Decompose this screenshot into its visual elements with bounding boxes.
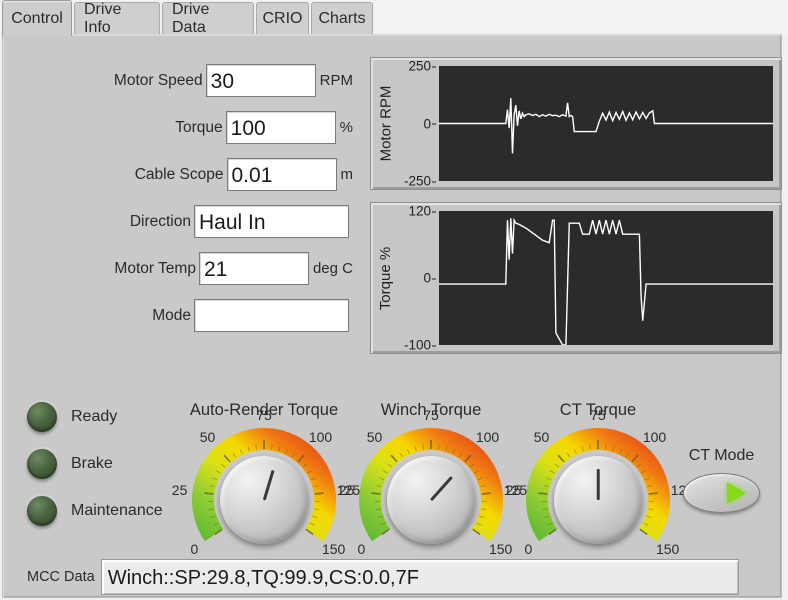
field-row-direction: Direction Haul In (3, 198, 353, 245)
mcc-data-readout: MCC Data Winch::SP:29.8,TQ:99.9,CS:0.0,7… (27, 559, 739, 595)
gauge-scale-label: 25 (338, 482, 355, 499)
tab-bar: Control Drive Info Drive Data CRIO Chart… (0, 0, 788, 36)
gauge-ct-torque-knob[interactable] (554, 456, 642, 544)
tab-label: Drive Data (172, 1, 210, 36)
ytick: 250 (408, 58, 436, 74)
gauge-scale-label: 150 (321, 540, 346, 557)
chart-torque-percent: Torque % 120 0 -100 (370, 202, 782, 354)
ytick: 120 (408, 203, 436, 219)
cable-scope-unit: m (340, 166, 354, 183)
field-row-motor-temp: Motor Temp 21 deg C (3, 245, 353, 292)
tab-drive-info[interactable]: Drive Info (74, 1, 160, 36)
motor-temp-label: Motor Temp (114, 259, 196, 277)
ytick: 0 (423, 270, 436, 286)
status-row-brake: Brake (27, 440, 163, 487)
ready-label: Ready (71, 407, 118, 425)
gauge-scale-label: 25 (171, 482, 188, 499)
motor-temp-unit: deg C (312, 260, 353, 277)
control-panel: Motor Speed 30 RPM Torque 100 % Cable Sc… (2, 34, 782, 598)
ct-mode-button[interactable] (683, 473, 760, 513)
direction-label: Direction (129, 212, 191, 230)
tab-crio[interactable]: CRIO (256, 2, 309, 35)
motor-speed-unit: RPM (319, 72, 353, 89)
mode-label: Mode (152, 306, 191, 324)
tab-label: CRIO (262, 10, 303, 27)
gauge-auto-render-torque[interactable]: Auto-Render Torque 0 25 50 75 100 125 150 (172, 401, 360, 575)
play-triangle-icon (727, 482, 746, 504)
motor-temp-input[interactable]: 21 (198, 252, 309, 285)
field-row-torque: Torque 100 % (3, 104, 353, 151)
tab-control[interactable]: Control (2, 0, 72, 36)
gauge-scale-label: 100 (642, 428, 667, 445)
gauge-winch-torque-knob[interactable] (387, 456, 475, 544)
mode-input[interactable] (194, 299, 349, 332)
torque-input[interactable]: 100 (225, 111, 336, 144)
field-row-motor-speed: Motor Speed 30 RPM (3, 57, 353, 104)
tab-label: Control (11, 9, 63, 27)
ytick: -100 (403, 337, 437, 353)
gauge-ct-torque-needle (596, 469, 600, 500)
cable-scope-label: Cable Scope (134, 165, 224, 183)
gauge-ct-torque[interactable]: CT Torque 0255075100125150 (506, 401, 694, 575)
chart-motor-rpm: Motor RPM 250 0 -250 (370, 57, 782, 190)
gauge-scale-label: 0 (524, 540, 533, 557)
gauge-scale-label: 50 (199, 428, 216, 445)
ct-mode-control: CT Mode (683, 447, 760, 513)
status-indicator-group: Ready Brake Maintenance (27, 393, 163, 534)
ready-led-icon[interactable] (27, 401, 57, 432)
field-row-mode: Mode (3, 292, 353, 339)
maintenance-label: Maintenance (71, 501, 163, 519)
gauge-winch-torque[interactable]: Winch Torque 0 25 50 75 100 125 150 (339, 401, 527, 575)
mcc-data-label: MCC Data (27, 569, 95, 585)
gauge-scale-label: 25 (505, 482, 522, 499)
gauge-scale-label: 50 (533, 428, 550, 445)
gauge-scale-label: 150 (655, 540, 680, 557)
gauge-scale-label: 75 (423, 407, 439, 423)
chart-torque-yaxis: 120 0 -100 (393, 204, 437, 353)
tab-drive-data[interactable]: Drive Data (162, 1, 254, 36)
gauge-scale-label: 75 (590, 407, 606, 423)
brake-led-icon[interactable] (27, 448, 57, 479)
torque-label: Torque (175, 118, 223, 136)
chart-motor-rpm-plot[interactable] (439, 66, 773, 181)
gauge-scale-label: 0 (357, 540, 366, 557)
tab-charts[interactable]: Charts (311, 2, 373, 35)
status-row-maintenance: Maintenance (27, 487, 163, 534)
ct-mode-label: CT Mode (688, 447, 755, 464)
gauge-winch-torque-needle (430, 476, 453, 501)
tab-label: Drive Info (84, 1, 122, 36)
maintenance-led-icon[interactable] (27, 495, 57, 526)
motor-speed-input[interactable]: 30 (205, 64, 316, 97)
gauge-scale-label: 50 (366, 428, 383, 445)
brake-label: Brake (71, 454, 113, 472)
gauge-scale-label: 75 (256, 407, 272, 423)
ytick: 0 (423, 116, 436, 131)
mcc-data-value[interactable]: Winch::SP:29.8,TQ:99.9,CS:0.0,7F (100, 559, 739, 595)
gauge-auto-render-torque-needle (262, 469, 275, 501)
tab-label: Charts (318, 10, 366, 27)
torque-unit: % (339, 119, 353, 136)
gauge-scale-label: 100 (308, 428, 333, 445)
gauge-scale-label: 100 (475, 428, 500, 445)
gauge-scale-label: 0 (190, 540, 199, 557)
gauge-scale-label: 150 (488, 540, 513, 557)
direction-input[interactable]: Haul In (194, 205, 349, 238)
chart-motor-rpm-yaxis: 250 0 -250 (393, 59, 437, 189)
field-row-cable-scope: Cable Scope 0.01 m (3, 151, 353, 198)
gauge-auto-render-torque-knob[interactable] (220, 456, 308, 544)
parameter-form: Motor Speed 30 RPM Torque 100 % Cable Sc… (3, 57, 353, 339)
cable-scope-input[interactable]: 0.01 (226, 158, 337, 191)
chart-torque-plot[interactable] (439, 211, 773, 345)
status-row-ready: Ready (27, 393, 163, 440)
motor-speed-label: Motor Speed (113, 71, 203, 89)
ytick: -250 (403, 173, 437, 189)
